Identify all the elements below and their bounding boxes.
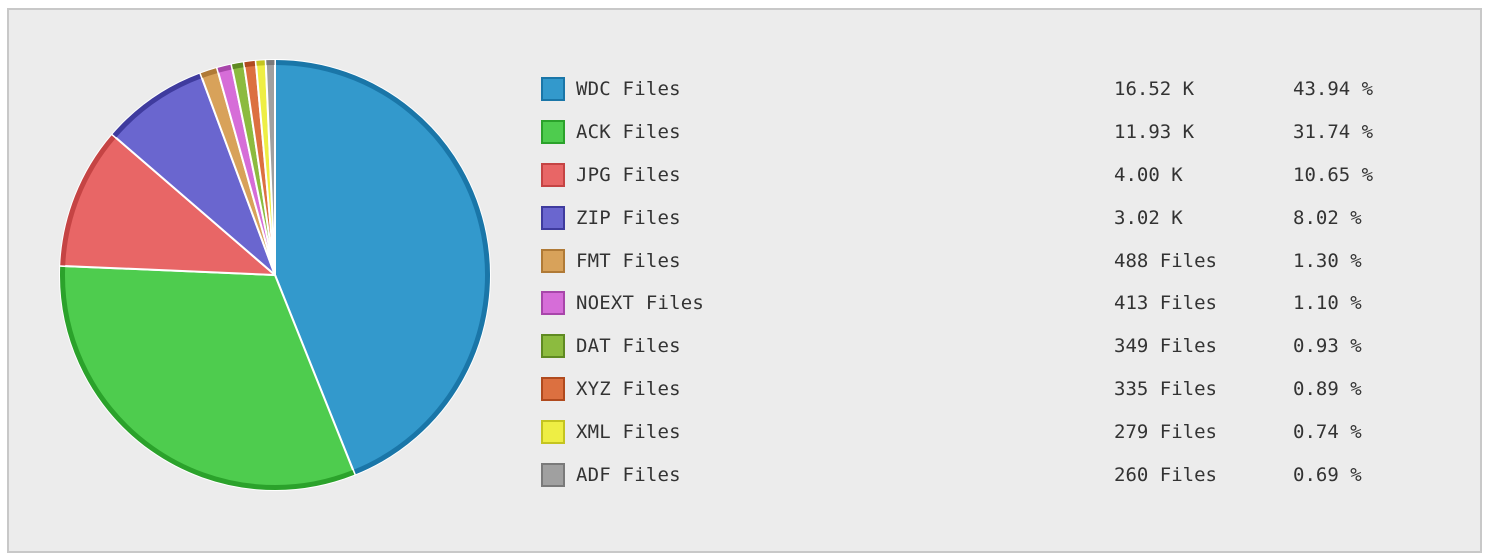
legend-swatch — [541, 420, 565, 444]
pie-slice-rim-noext-files — [218, 67, 231, 70]
legend-swatch — [541, 77, 565, 101]
legend-count: 488 Files — [1114, 250, 1217, 272]
legend-percent: 10.65 % — [1293, 164, 1373, 186]
legend-swatch — [541, 120, 565, 144]
legend-swatch — [541, 463, 565, 487]
legend-count: 279 Files — [1114, 421, 1217, 443]
legend-count: 335 Files — [1114, 378, 1217, 400]
legend-label: JPG Files — [576, 164, 681, 186]
legend-count: 349 Files — [1114, 335, 1217, 357]
legend-percent: 0.74 % — [1293, 421, 1362, 443]
legend-swatch — [541, 249, 565, 273]
legend-percent: 1.30 % — [1293, 250, 1362, 272]
legend-swatch — [541, 291, 565, 315]
legend-label: XML Files — [576, 421, 681, 443]
legend-swatch — [541, 163, 565, 187]
legend-item-adf-files[interactable]: ADF Files 260 Files 0.69 % — [541, 453, 1441, 496]
legend-swatch — [541, 377, 565, 401]
legend-label: ADF Files — [576, 464, 681, 486]
legend-percent: 0.69 % — [1293, 464, 1362, 486]
legend-item-fmt-files[interactable]: FMT Files 488 Files 1.30 % — [541, 239, 1441, 282]
legend-count: 3.02 K — [1114, 207, 1183, 229]
legend-label: WDC Files — [576, 78, 681, 100]
legend-item-ack-files[interactable]: ACK Files 11.93 K 31.74 % — [541, 111, 1441, 154]
legend-percent: 31.74 % — [1293, 121, 1373, 143]
pie-slice-rim-xml-files — [256, 63, 265, 64]
legend-percent: 43.94 % — [1293, 78, 1373, 100]
legend-label: FMT Files — [576, 250, 681, 272]
pie-chart — [9, 10, 549, 551]
pie-chart-svg — [9, 10, 549, 551]
chart-panel: WDC Files 16.52 K 43.94 % ACK Files 11.93 K 3… — [7, 8, 1482, 553]
legend-item-jpg-files[interactable]: JPG Files 4.00 K 10.65 % — [541, 154, 1441, 197]
legend-count: 413 Files — [1114, 292, 1217, 314]
legend-label: DAT Files — [576, 335, 681, 357]
legend-label: NOEXT Files — [576, 292, 704, 314]
legend-percent: 0.89 % — [1293, 378, 1362, 400]
legend-count: 260 Files — [1114, 464, 1217, 486]
legend-item-zip-files[interactable]: ZIP Files 3.02 K 8.02 % — [541, 196, 1441, 239]
legend-item-noext-files[interactable]: NOEXT Files 413 Files 1.10 % — [541, 282, 1441, 325]
legend-item-xml-files[interactable]: XML Files 279 Files 0.74 % — [541, 410, 1441, 453]
legend-percent: 0.93 % — [1293, 335, 1362, 357]
pie-slice-rim-dat-files — [232, 65, 243, 67]
legend-label: ZIP Files — [576, 207, 681, 229]
legend-label: XYZ Files — [576, 378, 681, 400]
legend-label: ACK Files — [576, 121, 681, 143]
legend-swatch — [541, 206, 565, 230]
legend-percent: 1.10 % — [1293, 292, 1362, 314]
legend-count: 16.52 K — [1114, 78, 1194, 100]
legend: WDC Files 16.52 K 43.94 % ACK Files 11.93 K 3… — [541, 68, 1441, 496]
pie-slice-rim-xyz-files — [245, 63, 256, 64]
legend-count: 11.93 K — [1114, 121, 1194, 143]
legend-count: 4.00 K — [1114, 164, 1183, 186]
legend-item-xyz-files[interactable]: XYZ Files 335 Files 0.89 % — [541, 368, 1441, 411]
legend-item-dat-files[interactable]: DAT Files 349 Files 0.93 % — [541, 325, 1441, 368]
legend-item-wdc-files[interactable]: WDC Files 16.52 K 43.94 % — [541, 68, 1441, 111]
legend-swatch — [541, 334, 565, 358]
legend-percent: 8.02 % — [1293, 207, 1362, 229]
